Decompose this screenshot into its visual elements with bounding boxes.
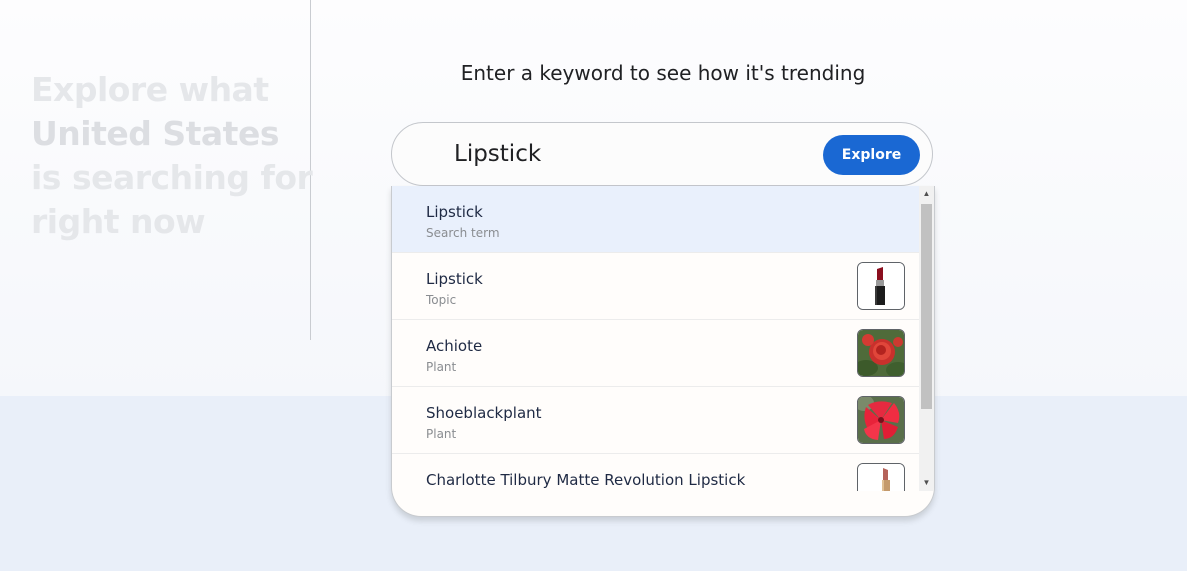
suggestion-item[interactable]: Lipstick Topic bbox=[392, 253, 919, 320]
suggestion-title: Lipstick bbox=[426, 270, 483, 288]
hero-line-4: right now bbox=[31, 202, 206, 241]
search-box: Explore bbox=[391, 122, 933, 186]
suggestion-title: Charlotte Tilbury Matte Revolution Lipst… bbox=[426, 471, 746, 489]
suggestion-item[interactable]: Shoeblackplant Plant bbox=[392, 387, 919, 454]
red-rose-thumbnail bbox=[857, 329, 905, 377]
suggestions-dropdown: Lipstick Search term Lipstick Topic Achi… bbox=[391, 186, 935, 517]
suggestion-subtitle: Topic bbox=[426, 293, 457, 307]
explore-button[interactable]: Explore bbox=[823, 135, 920, 175]
lipstick-thumbnail bbox=[857, 262, 905, 310]
red-hibiscus-thumbnail bbox=[857, 396, 905, 444]
suggestions-list: Lipstick Search term Lipstick Topic Achi… bbox=[392, 186, 919, 491]
hero-line-3: is searching for bbox=[31, 158, 313, 197]
suggestion-subtitle: Search term bbox=[426, 226, 500, 240]
suggestion-item[interactable]: Lipstick Search term bbox=[392, 186, 919, 253]
scrollbar-thumb[interactable] bbox=[921, 204, 932, 409]
lipstick-tube-thumbnail bbox=[857, 463, 905, 491]
dropdown-scrollbar[interactable]: ▲ ▼ bbox=[919, 186, 934, 491]
suggestion-title: Achiote bbox=[426, 337, 483, 355]
page: Explore what United States is searching … bbox=[0, 0, 1187, 571]
suggestion-title: Shoeblackplant bbox=[426, 404, 542, 422]
search-prompt: Enter a keyword to see how it's trending bbox=[460, 61, 866, 85]
hero-line-2: United States bbox=[31, 114, 279, 153]
hero-line-1: Explore what bbox=[31, 70, 269, 109]
suggestion-item[interactable]: Achiote Plant bbox=[392, 320, 919, 387]
suggestion-subtitle: Plant bbox=[426, 427, 457, 441]
suggestion-item[interactable]: Charlotte Tilbury Matte Revolution Lipst… bbox=[392, 454, 919, 491]
scroll-down-arrow-icon[interactable]: ▼ bbox=[919, 475, 934, 491]
scroll-up-arrow-icon[interactable]: ▲ bbox=[919, 186, 934, 202]
suggestion-subtitle: Plant bbox=[426, 360, 457, 374]
hero-heading: Explore what United States is searching … bbox=[31, 68, 313, 244]
suggestion-title: Lipstick bbox=[426, 203, 483, 221]
search-input[interactable] bbox=[454, 137, 794, 171]
